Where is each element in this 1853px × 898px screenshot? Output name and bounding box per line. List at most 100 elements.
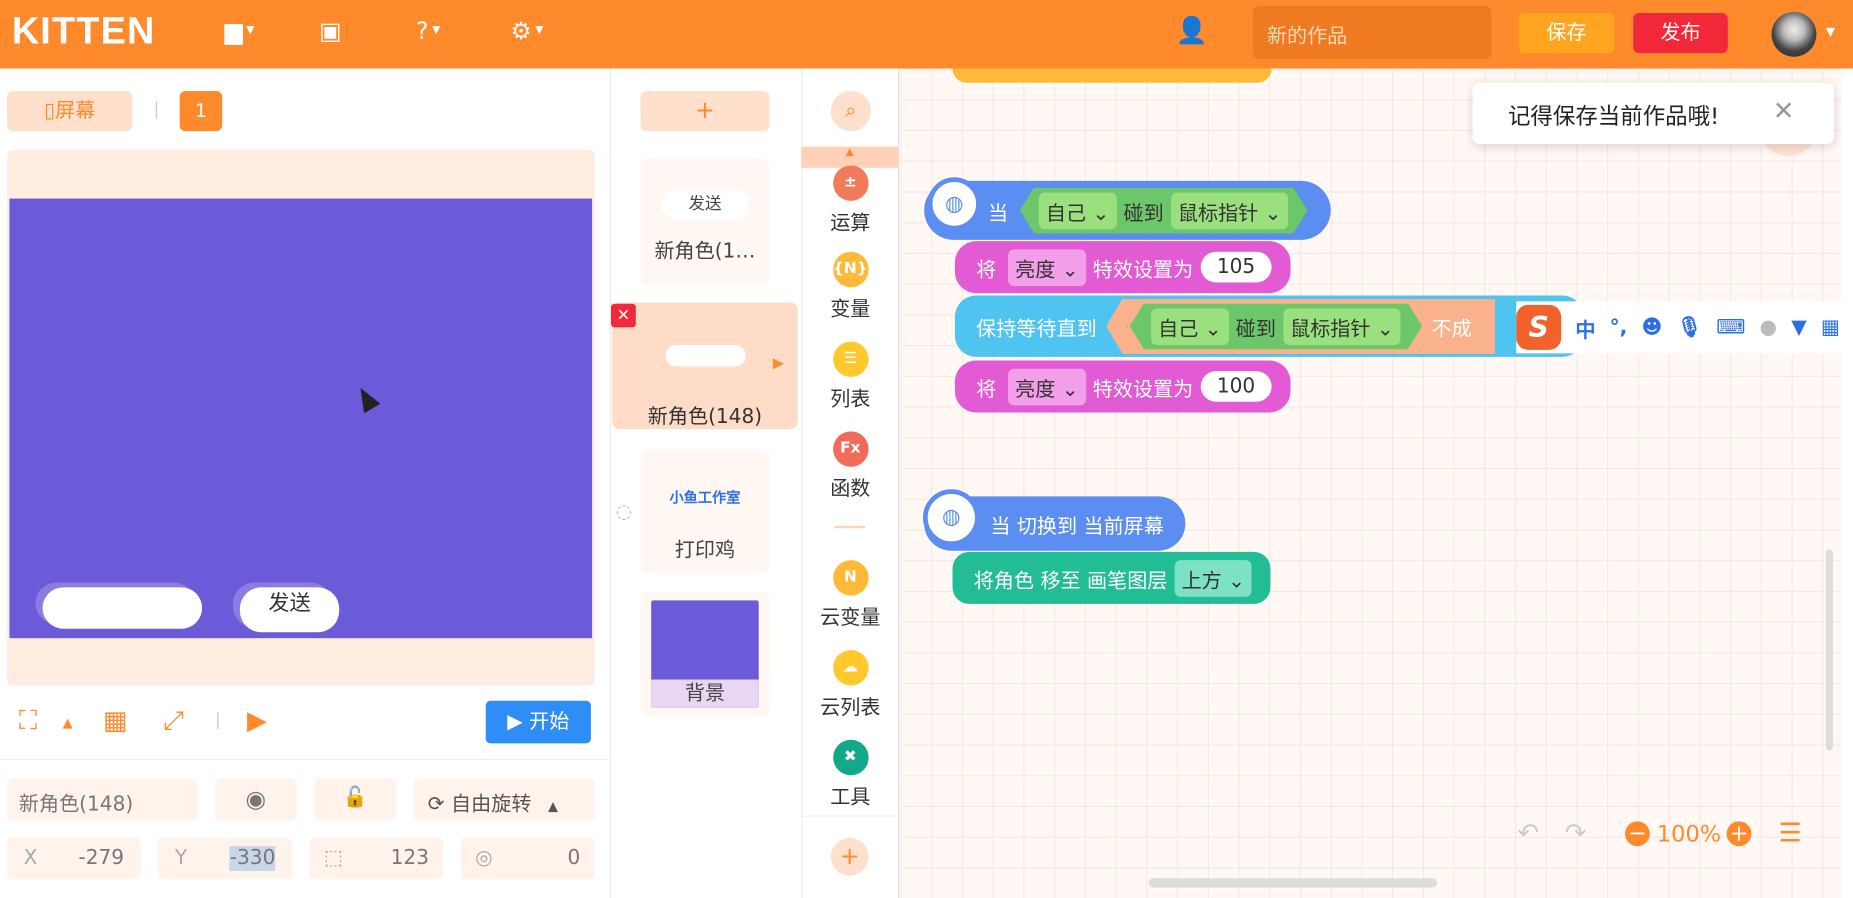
code-block-partial[interactable] — [952, 68, 1272, 83]
sprite-card[interactable]: 小鱼工作室 打印鸡 — [640, 449, 770, 574]
close-icon[interactable]: ✕ — [1773, 97, 1795, 127]
touching-condition[interactable]: 自己 ⌄ 碰到 鼠标指针 ⌄ — [1020, 187, 1308, 233]
avatar[interactable] — [1771, 11, 1817, 57]
category-operator[interactable]: ± 运算 — [801, 165, 899, 235]
backpack-icon[interactable]: ▣ — [319, 17, 341, 45]
set-effect-block[interactable]: 将 亮度 ⌄ 特效设置为 105 — [954, 241, 1291, 294]
folder-menu[interactable]: ▆ ▼ — [225, 17, 255, 45]
hidden-eye-icon[interactable]: ◌ — [616, 500, 633, 522]
vertical-scrollbar[interactable] — [1825, 549, 1833, 751]
sprite-card[interactable]: 发送 新角色(1… — [640, 158, 770, 285]
zoom-out-icon[interactable]: − — [1624, 821, 1650, 847]
divider: | — [215, 711, 221, 731]
lock-icon[interactable]: 🔓 — [314, 778, 396, 821]
stage-input-sprite[interactable] — [42, 587, 203, 629]
set-effect-block[interactable]: 将 亮度 ⌄ 特效设置为 100 — [954, 360, 1291, 413]
size-field[interactable]: ⬚ 123 — [309, 837, 444, 880]
align-blocks-icon[interactable]: ☰ — [1779, 819, 1802, 849]
publish-button[interactable]: 发布 — [1633, 12, 1728, 54]
help-icon: ? — [415, 16, 429, 45]
effect-dropdown[interactable]: 亮度 ⌄ — [1008, 368, 1086, 405]
start-button[interactable]: ▶ 开始 — [485, 700, 591, 744]
chevron-down-icon[interactable]: ▼ — [1826, 26, 1835, 39]
rotation-mode-select[interactable]: ⟳ 自由旋转 ▲ — [413, 778, 595, 821]
operator-icon: ± — [832, 165, 869, 201]
play-preview-icon[interactable]: ▶ — [247, 707, 267, 737]
list-icon: ☰ — [832, 341, 869, 377]
keyboard-icon[interactable]: ⌨ — [1716, 316, 1745, 340]
effect-value-input[interactable]: 100 — [1200, 371, 1272, 402]
variable-icon: {N} — [832, 251, 869, 288]
background-card[interactable]: 背景 — [640, 592, 770, 717]
target-dropdown[interactable]: 鼠标指针 ⌄ — [1283, 308, 1401, 345]
move-layer-block[interactable]: 将角色 移至 画笔图层 上方 ⌄ — [952, 551, 1271, 604]
horizontal-scrollbar[interactable] — [1148, 878, 1438, 888]
microphone-icon[interactable]: 🎙 — [1677, 316, 1703, 340]
emoji-icon[interactable]: ☻ — [1641, 316, 1662, 340]
chevron-up-icon[interactable]: ▲ — [63, 715, 73, 730]
add-sprite-button[interactable]: + — [640, 90, 770, 132]
chevron-right-icon[interactable]: ▶ — [773, 355, 784, 372]
category-cloud-variable[interactable]: N 云变量 — [801, 560, 899, 630]
x-field[interactable]: X -279 — [7, 837, 141, 880]
category-function[interactable]: Fx 函数 — [801, 431, 899, 501]
skin-icon[interactable]: ▼ — [1791, 316, 1806, 340]
sprite-name-field[interactable]: 新角色(148) — [7, 778, 198, 821]
sprite-event-icon: ◍ — [922, 489, 980, 546]
y-field[interactable]: Y -330 — [158, 837, 292, 880]
ime-chinese-mode[interactable]: 中 — [1575, 313, 1595, 342]
target-dropdown[interactable]: 鼠标指针 ⌄ — [1171, 192, 1289, 229]
search-icon[interactable]: ⌕ — [830, 90, 871, 132]
ime-punctuation[interactable]: °, — [1610, 316, 1628, 340]
divider — [0, 758, 609, 760]
sprite-name: 新角色(1… — [654, 239, 756, 264]
ime-toolbar[interactable]: S 中 °, ☻ 🎙 ⌨ ● ▼ ▦ — [1516, 301, 1853, 354]
save-button[interactable]: 保存 — [1518, 12, 1615, 54]
screen-button[interactable]: ▯屏幕 — [7, 90, 133, 132]
user-icon[interactable]: ● — [1760, 316, 1778, 340]
sprite-name: 打印鸡 — [674, 538, 736, 563]
apps-icon[interactable]: ▦ — [1821, 316, 1840, 340]
direction-icon: ◎ — [475, 846, 493, 870]
rotate-icon: ⟳ — [427, 792, 452, 817]
project-name-input[interactable]: 新的作品 — [1252, 5, 1492, 60]
grid-icon[interactable]: ▦ — [103, 707, 128, 737]
layer-position-dropdown[interactable]: 上方 ⌄ — [1174, 559, 1253, 597]
when-touch-hat-block[interactable]: 当 自己 ⌄ 碰到 鼠标指针 ⌄ — [924, 180, 1332, 240]
not-condition[interactable]: 自己 ⌄ 碰到 鼠标指针 ⌄ 不成 — [1106, 298, 1496, 354]
logo: KITTEN — [11, 9, 156, 52]
screen-icon: ▯ — [44, 99, 56, 123]
zoom-level: 100% — [1656, 821, 1722, 848]
help-menu[interactable]: ? ▼ — [416, 17, 440, 45]
stage-canvas[interactable] — [9, 198, 593, 639]
category-list[interactable]: ☰ 列表 — [801, 341, 899, 411]
effect-value-input[interactable]: 105 — [1200, 251, 1272, 283]
category-tool[interactable]: ✖ 工具 — [801, 739, 899, 810]
object-dropdown[interactable]: 自己 ⌄ — [1039, 192, 1117, 229]
settings-menu[interactable]: ⚙ ▼ — [511, 17, 544, 45]
background-thumbnail: 背景 — [651, 600, 759, 708]
redo-icon[interactable]: ↷ — [1565, 819, 1587, 849]
category-cloud-list[interactable]: ☁ 云列表 — [801, 649, 899, 720]
delete-sprite-icon[interactable]: ✕ — [610, 303, 636, 328]
zoom-in-icon[interactable]: + — [1726, 821, 1752, 847]
fullscreen-small-icon[interactable]: ⛶ — [19, 707, 37, 737]
screen-page-1[interactable]: 1 — [179, 90, 223, 132]
folder-icon: ▆ — [224, 16, 243, 45]
stage-send-sprite[interactable]: 发送 — [239, 587, 340, 633]
undo-icon[interactable]: ↶ — [1517, 819, 1539, 849]
add-extension-button[interactable]: + — [830, 837, 869, 876]
wait-until-block[interactable]: 保持等待直到 自己 ⌄ 碰到 鼠标指针 ⌄ 不成 — [954, 295, 1584, 357]
add-user-icon[interactable]: 👤 — [1176, 17, 1208, 47]
chevron-down-icon: ▼ — [432, 24, 441, 37]
category-variable[interactable]: {N} 变量 — [801, 251, 899, 321]
visibility-eye-icon[interactable]: ◉ — [215, 778, 297, 821]
expand-icon[interactable]: ⤢ — [163, 707, 184, 737]
touching-condition[interactable]: 自己 ⌄ 碰到 鼠标指针 ⌄ — [1130, 303, 1422, 349]
direction-field[interactable]: ◎ 0 — [460, 837, 595, 880]
tool-icon: ✖ — [832, 739, 869, 776]
effect-dropdown[interactable]: 亮度 ⌄ — [1008, 248, 1086, 286]
object-dropdown[interactable]: 自己 ⌄ — [1151, 308, 1229, 345]
sprite-thumbnail — [665, 345, 746, 367]
cloud-variable-icon: N — [832, 560, 869, 596]
